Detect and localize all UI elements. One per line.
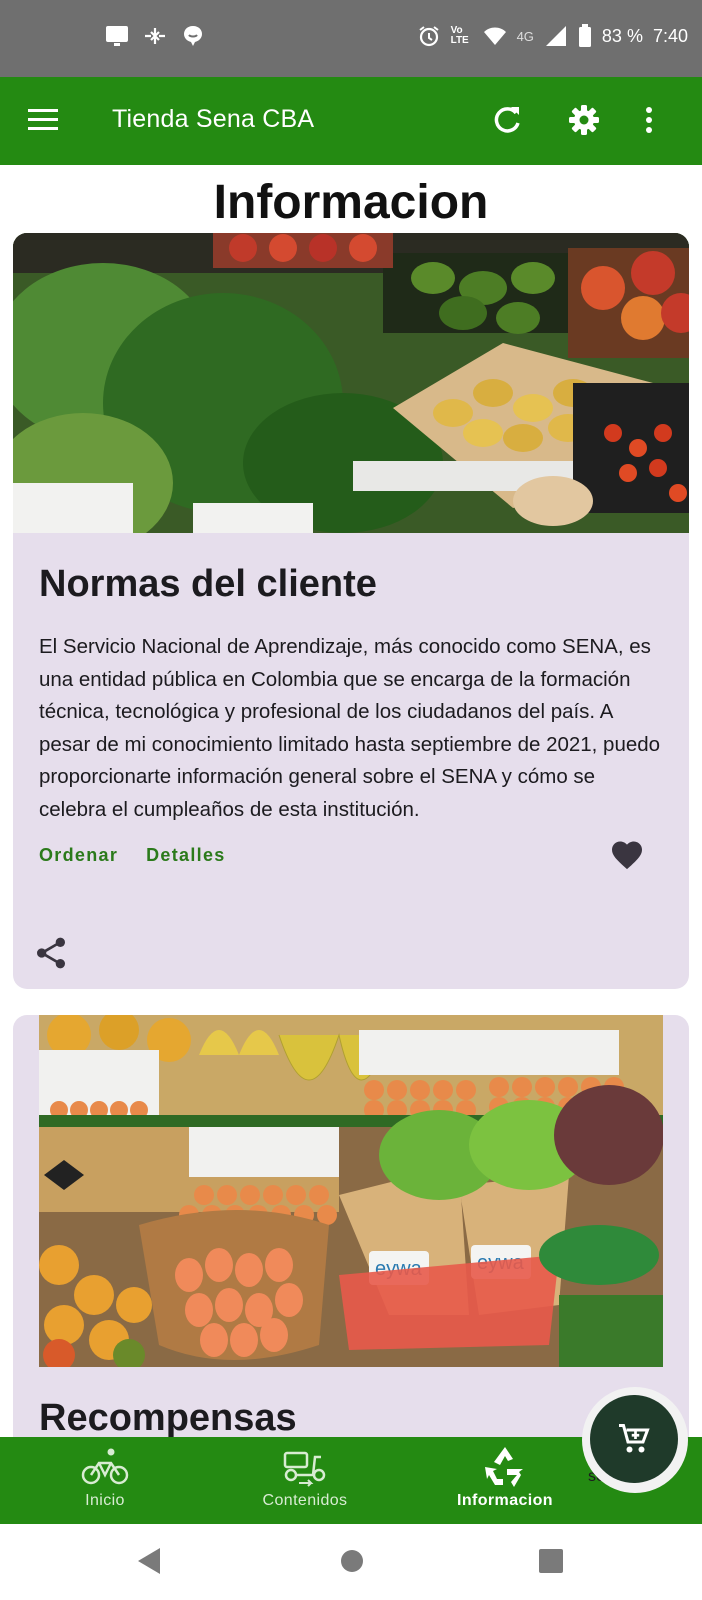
info-card: Normas del cliente El Servicio Nacional …: [13, 233, 689, 989]
card-title: Recompensas: [39, 1397, 297, 1437]
nav-item-inicio[interactable]: Inicio: [5, 1437, 205, 1524]
battery-percent: 83 %: [601, 25, 643, 46]
app-title: Tienda Sena CBA: [112, 105, 315, 133]
status-bar: Vo LTE 4G 83 % 7:40: [0, 0, 702, 77]
back-icon[interactable]: [136, 1546, 162, 1576]
delivery-scooter-icon: [283, 1451, 326, 1487]
cart-fab-button[interactable]: [590, 1395, 678, 1483]
nav-item-contenidos[interactable]: Contenidos: [205, 1437, 405, 1524]
battery-icon: [578, 24, 591, 47]
home-icon[interactable]: [340, 1546, 364, 1576]
favorite-heart-icon[interactable]: [609, 837, 645, 873]
volte-label: Vo LTE: [450, 25, 469, 46]
card-title: Normas del cliente: [39, 563, 377, 605]
nav-label-inicio: Inicio: [85, 1492, 125, 1509]
details-button[interactable]: Detalles: [146, 845, 225, 866]
vegetable-market-photo: [13, 233, 689, 533]
settings-icon[interactable]: [567, 103, 601, 137]
screen-icon: [106, 26, 128, 46]
signal-spark-icon: [145, 28, 165, 44]
order-button[interactable]: Ordenar: [39, 845, 118, 866]
system-navigation-bar: [0, 1524, 702, 1600]
app-bar: Tienda Sena CBA: [0, 77, 702, 165]
refresh-icon[interactable]: [490, 103, 524, 137]
nav-label-contenidos: Contenidos: [262, 1492, 348, 1509]
rewards-card: eywa eywa Recompensas: [13, 1015, 689, 1437]
card-actions: Ordenar Detalles: [39, 845, 226, 866]
card-body-text: El Servicio Nacional de Aprendizaje, más…: [39, 635, 661, 821]
bicycle-icon: [81, 1448, 129, 1485]
recycle-icon: [485, 1447, 523, 1487]
chat-bubble-icon: [184, 26, 202, 46]
nav-item-informacion[interactable]: Informacion: [405, 1437, 605, 1524]
more-vert-icon[interactable]: [642, 103, 656, 137]
nav-label-informacion: Informacion: [457, 1492, 553, 1509]
alarm-icon: [418, 26, 439, 47]
cart-icon: [619, 1424, 650, 1453]
status-right-icons: Vo LTE 4G 83 % 7:40: [417, 24, 688, 48]
status-left-icons: [105, 24, 205, 48]
page-title: Informacion: [213, 176, 489, 229]
share-icon[interactable]: [35, 935, 67, 971]
clock: 7:40: [652, 25, 688, 46]
content-scroll[interactable]: Informacion Normas del cliente El Servic…: [0, 165, 702, 1437]
recents-icon[interactable]: [538, 1546, 564, 1576]
network-label: 4G: [516, 28, 534, 44]
eggs-and-produce-photo: eywa eywa: [39, 1015, 663, 1367]
menu-icon[interactable]: [28, 107, 58, 133]
wifi-icon: [483, 27, 506, 45]
cell-signal-icon: [545, 26, 566, 46]
